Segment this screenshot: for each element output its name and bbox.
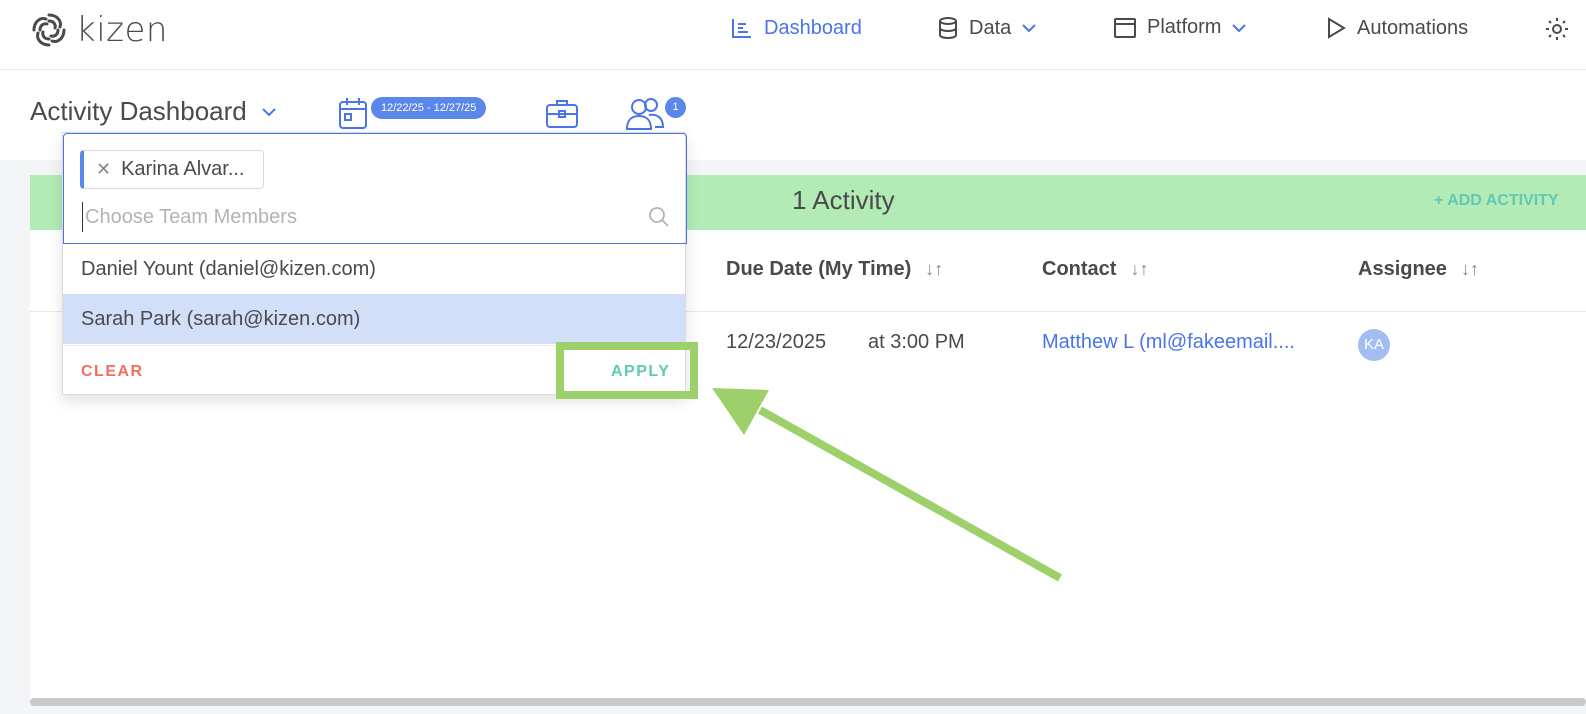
- kizen-logo[interactable]: kizen: [30, 10, 168, 50]
- nav-dashboard-label: Dashboard: [764, 16, 862, 39]
- remove-chip-icon[interactable]: ✕: [96, 159, 111, 180]
- selected-member-label: Karina Alvar...: [121, 158, 245, 180]
- column-contact[interactable]: Contact ↓↑: [1042, 258, 1148, 281]
- nav-data-label: Data: [969, 16, 1012, 39]
- add-activity-button[interactable]: + ADD ACTIVITY: [1434, 192, 1559, 210]
- play-icon: [1328, 17, 1346, 39]
- settings-button[interactable]: [1544, 16, 1570, 42]
- column-assignee[interactable]: Assignee ↓↑: [1358, 258, 1479, 281]
- option-daniel-yount[interactable]: Daniel Yount (daniel@kizen.com): [63, 244, 685, 294]
- page-title: Activity Dashboard: [30, 96, 247, 126]
- column-contact-label: Contact: [1042, 258, 1117, 280]
- kizen-swirl-icon: [32, 13, 66, 47]
- gear-icon: [1546, 18, 1568, 40]
- window-icon: [1114, 17, 1136, 38]
- nav-dashboard[interactable]: Dashboard: [730, 16, 862, 40]
- date-range-badge[interactable]: 12/22/25 - 12/27/25: [371, 97, 487, 119]
- sort-icon[interactable]: ↓↑: [925, 259, 943, 280]
- team-member-search-input[interactable]: [82, 202, 642, 232]
- option-sarah-park[interactable]: Sarah Park (sarah@kizen.com): [63, 294, 685, 344]
- chevron-down-icon: [1022, 24, 1036, 33]
- apply-highlight-annotation: [556, 342, 698, 399]
- horizontal-scrollbar[interactable]: [30, 698, 1586, 706]
- due-date-cell: 12/23/2025: [726, 331, 827, 353]
- column-due-date[interactable]: Due Date (My Time) ↓↑: [726, 258, 943, 281]
- annotation-arrow-icon: [712, 388, 1062, 582]
- team-filter-button[interactable]: [625, 97, 667, 136]
- column-assignee-label: Assignee: [1358, 258, 1447, 280]
- team-count-badge: 1: [665, 97, 686, 118]
- nav-data[interactable]: Data: [937, 16, 1037, 40]
- chevron-down-icon: [1232, 23, 1247, 32]
- column-due-date-label: Due Date (My Time): [726, 258, 912, 280]
- brand-name: kizen: [76, 10, 168, 50]
- nav-automations-label: Automations: [1357, 16, 1469, 39]
- activity-count: 1 Activity: [792, 185, 895, 215]
- dashboard-selector[interactable]: Activity Dashboard: [30, 96, 277, 127]
- database-icon: [939, 17, 957, 40]
- briefcase-icon: [546, 100, 578, 128]
- top-navigation: kizen Dashboard Data Platform Automation…: [0, 0, 1586, 70]
- chart-icon: [732, 19, 751, 38]
- search-icon: [649, 207, 669, 227]
- nav-automations[interactable]: Automations: [1325, 16, 1468, 40]
- sort-icon[interactable]: ↓↑: [1130, 259, 1148, 280]
- selected-member-chip: ✕ Karina Alvar...: [80, 150, 264, 189]
- sort-icon[interactable]: ↓↑: [1461, 259, 1479, 280]
- business-filter-button[interactable]: [545, 97, 579, 134]
- date-filter-button[interactable]: [338, 96, 368, 135]
- assignee-avatar: KA: [1358, 329, 1390, 361]
- calendar-icon: [339, 98, 367, 129]
- clear-button[interactable]: CLEAR: [81, 363, 144, 381]
- chevron-down-icon: [262, 107, 276, 116]
- team-members-icon: [625, 98, 665, 130]
- nav-platform[interactable]: Platform: [1113, 16, 1247, 39]
- due-time-cell: at 3:00 PM: [868, 331, 965, 353]
- nav-platform-label: Platform: [1147, 16, 1222, 38]
- contact-link[interactable]: Matthew L (ml@fakeemail....: [1042, 331, 1295, 354]
- team-member-search-box[interactable]: ✕ Karina Alvar...: [63, 133, 687, 244]
